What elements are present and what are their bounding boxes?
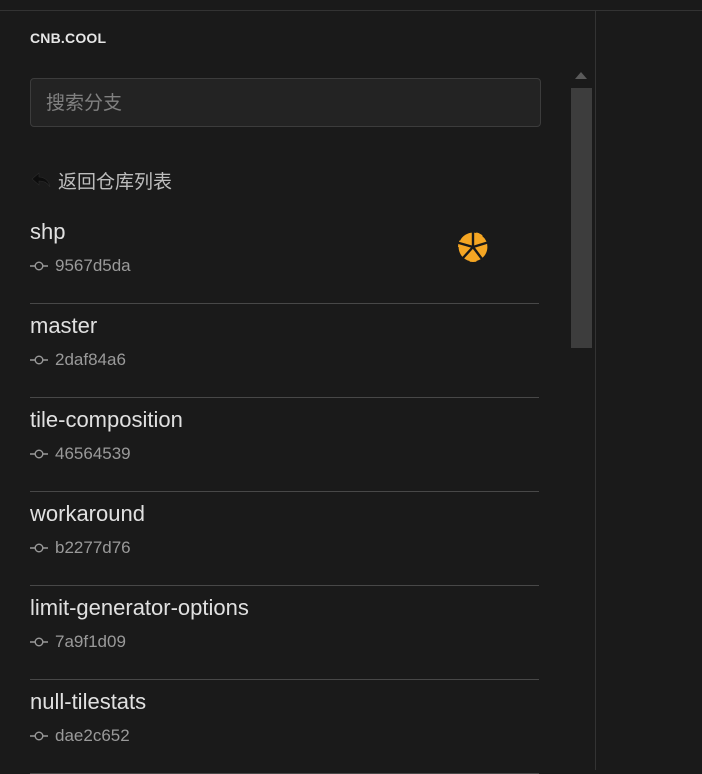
branch-commit: 2daf84a6 (30, 349, 126, 371)
branch-item[interactable]: workaround b2277d76 (30, 492, 539, 586)
commit-icon (30, 355, 48, 365)
commit-icon (30, 637, 48, 647)
branch-commit: dae2c652 (30, 725, 130, 747)
commit-hash: b2277d76 (55, 538, 131, 557)
orange-spinner-icon (457, 231, 489, 263)
branch-commit: 46564539 (30, 443, 131, 465)
reply-arrow-icon (31, 172, 51, 188)
branch-commit: 7a9f1d09 (30, 631, 126, 653)
scroll-thumb[interactable] (571, 88, 592, 348)
commit-icon (30, 543, 48, 553)
brand-title: CNB.COOL (30, 30, 107, 46)
branch-search-input[interactable] (30, 78, 541, 127)
commit-icon (30, 449, 48, 459)
commit-icon (30, 731, 48, 741)
commit-hash: 46564539 (55, 444, 131, 463)
branch-name: master (30, 313, 98, 338)
commit-hash: 2daf84a6 (55, 350, 126, 369)
right-area (596, 11, 702, 770)
branch-commit: 9567d5da (30, 255, 131, 277)
branch-name: null-tilestats (30, 689, 147, 714)
branch-item[interactable]: shp 9567d5da (30, 210, 539, 304)
branch-item[interactable]: limit-generator-options 7a9f1d09 (30, 586, 539, 680)
branch-item[interactable]: null-tilestats dae2c652 (30, 680, 539, 774)
branch-name: shp (30, 219, 66, 244)
commit-hash: dae2c652 (55, 726, 130, 745)
back-link-label: 返回仓库列表 (58, 170, 173, 193)
branch-commit: b2277d76 (30, 537, 131, 559)
commit-hash: 7a9f1d09 (55, 632, 126, 651)
scroll-up-arrow-icon[interactable] (575, 72, 587, 79)
branch-name: tile-composition (30, 407, 183, 432)
commit-icon (30, 261, 48, 271)
branch-name: limit-generator-options (30, 595, 249, 620)
vertical-scrollbar[interactable] (569, 68, 595, 770)
commit-hash: 9567d5da (55, 256, 131, 275)
branch-item[interactable]: tile-composition 46564539 (30, 398, 539, 492)
back-to-repo-list-link[interactable]: 返回仓库列表 (30, 165, 172, 195)
branch-list: shp 9567d5da master 2daf84a6 tile-compos… (30, 210, 539, 774)
branch-item[interactable]: master 2daf84a6 (30, 304, 539, 398)
branch-name: workaround (30, 501, 145, 526)
